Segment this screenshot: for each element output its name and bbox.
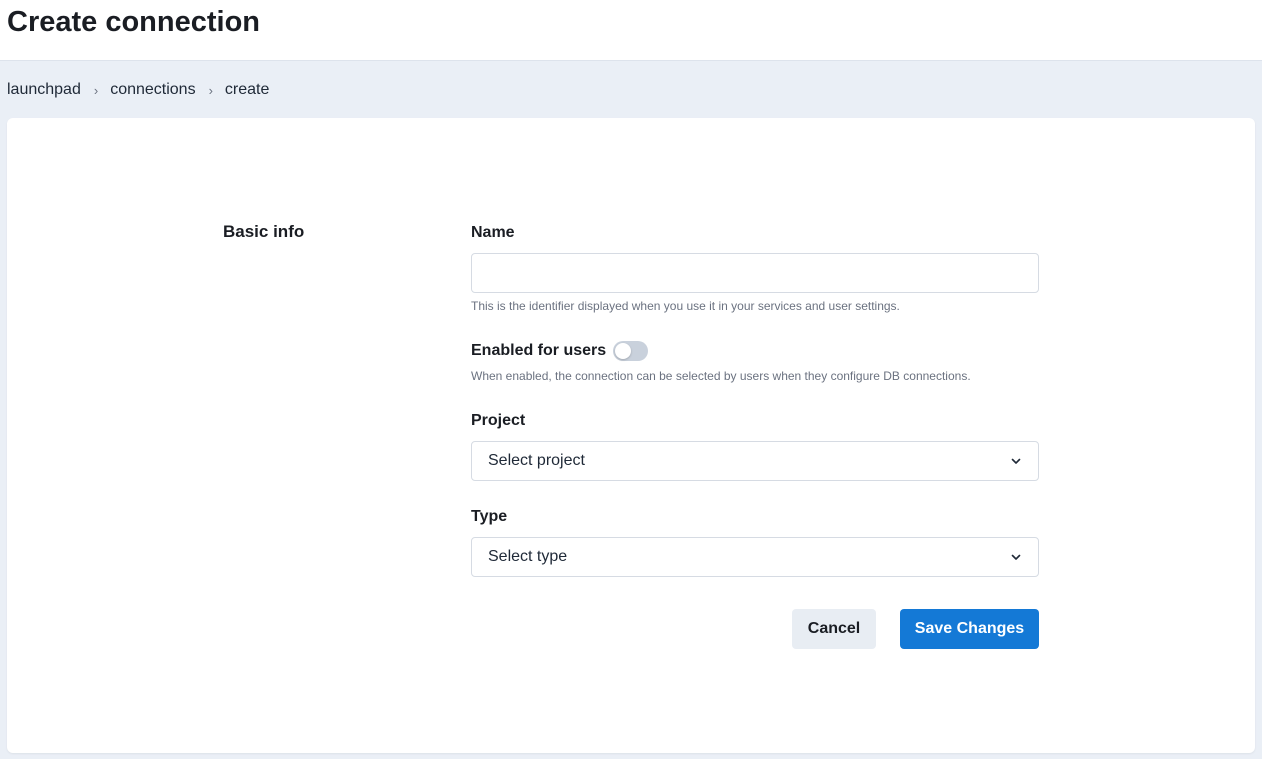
- chevron-down-icon: [1011, 554, 1021, 560]
- page-title: Create connection: [7, 6, 260, 38]
- enabled-toggle[interactable]: [613, 341, 648, 361]
- name-label: Name: [471, 224, 515, 241]
- form-card: Basic info Name This is the identifier d…: [7, 118, 1255, 753]
- name-input[interactable]: [471, 253, 1039, 293]
- breadcrumb-item-connections[interactable]: connections: [110, 81, 195, 99]
- section-title: Basic info: [223, 222, 305, 241]
- type-select-value: Select type: [488, 548, 568, 565]
- project-select[interactable]: Select project: [471, 441, 1039, 481]
- breadcrumb-item-create: create: [224, 81, 270, 98]
- breadcrumb-item-launchpad[interactable]: launchpad: [7, 81, 81, 99]
- project-label: Project: [471, 412, 526, 429]
- name-help-text: This is the identifier displayed when yo…: [471, 299, 900, 313]
- breadcrumb: launchpad › connections › create: [7, 79, 269, 101]
- enabled-label: Enabled for users: [471, 342, 607, 359]
- save-changes-button[interactable]: Save Changes: [900, 609, 1039, 649]
- chevron-right-icon: ›: [208, 82, 213, 98]
- type-select[interactable]: Select type: [471, 537, 1039, 577]
- chevron-down-icon: [1011, 458, 1021, 464]
- type-label: Type: [471, 508, 508, 525]
- cancel-button[interactable]: Cancel: [792, 609, 876, 649]
- project-select-value: Select project: [488, 452, 585, 469]
- page-header: Create connection: [0, 0, 1262, 61]
- enabled-help-text: When enabled, the connection can be sele…: [471, 369, 971, 383]
- chevron-right-icon: ›: [93, 82, 99, 98]
- toggle-knob: [615, 343, 631, 359]
